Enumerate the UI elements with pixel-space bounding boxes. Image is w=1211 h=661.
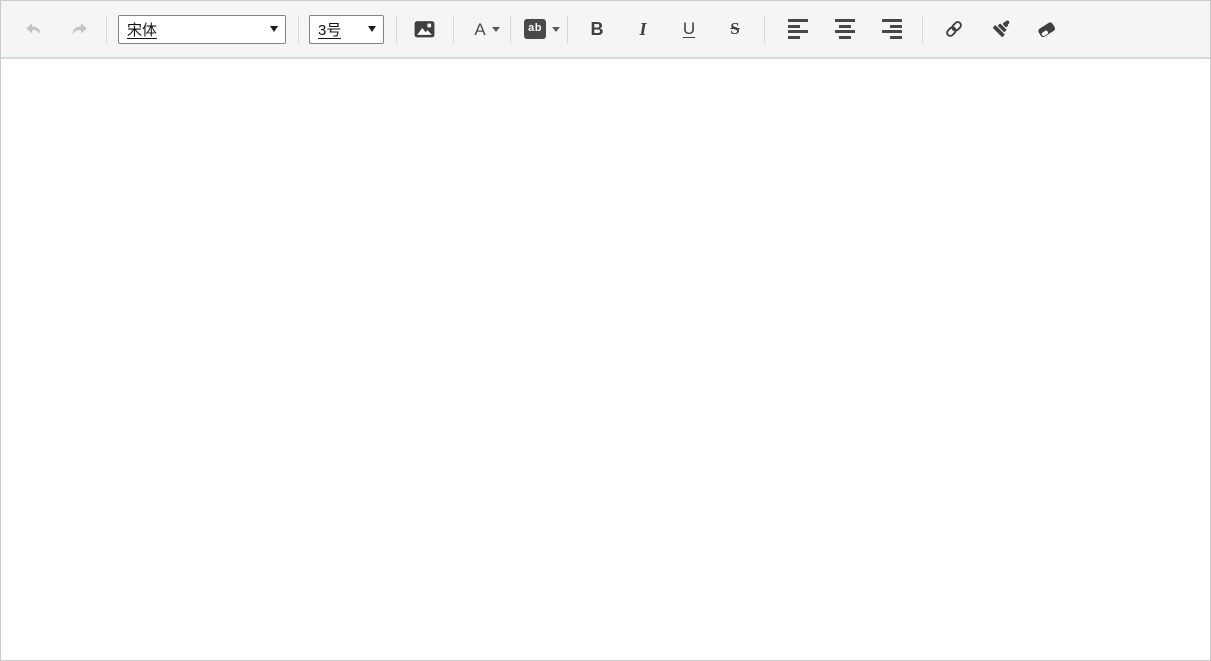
align-left-icon [788,19,808,39]
italic-icon: I [639,18,647,39]
strikethrough-icon: S [730,19,740,38]
rich-text-editor: 宋体 3号 A ab B I U S [0,0,1211,661]
align-bar [788,30,808,34]
highlight-color-dropdown[interactable]: ab [519,12,565,46]
italic-button[interactable]: I [626,12,660,46]
format-brush-button[interactable] [983,12,1017,46]
link-icon [946,21,962,37]
align-bar [890,24,902,28]
underline-icon: U [682,19,696,38]
align-right-icon [882,19,902,39]
toolbar-separator [396,15,397,43]
font-family-select[interactable]: 宋体 [118,14,286,44]
align-bar [788,19,808,23]
align-center-icon [835,19,855,39]
toolbar-separator [298,15,299,43]
align-bar [839,24,851,28]
align-right-button[interactable] [875,12,909,46]
image-icon [414,20,434,37]
insert-link-button[interactable] [937,12,971,46]
bold-icon: B [590,18,604,39]
toolbar-separator [106,15,107,43]
select-arrow-icon [368,26,376,32]
strikethrough-button[interactable]: S [718,12,752,46]
redo-button[interactable] [65,12,93,46]
font-family-value: 宋体 [127,21,158,39]
align-bar [890,35,902,39]
font-color-dropdown[interactable]: A [465,12,509,46]
undo-button[interactable] [19,12,47,46]
caret-down-icon [491,26,500,32]
align-center-button[interactable] [828,12,862,46]
select-arrow-icon [270,26,278,32]
editor-toolbar: 宋体 3号 A ab B I U S [1,1,1210,59]
highlight-color-label: ab [524,19,546,39]
align-bar [882,19,902,23]
align-bar [788,35,800,39]
align-bar [835,30,855,34]
toolbar-separator [764,15,765,43]
undo-icon [25,22,40,35]
align-bar [839,35,851,39]
toolbar-separator [922,15,923,43]
clear-format-button[interactable] [1029,12,1063,46]
font-color-label: A [474,19,486,39]
align-left-button[interactable] [781,12,815,46]
align-bar [835,19,855,23]
toolbar-separator [567,15,568,43]
font-size-select[interactable]: 3号 [309,14,384,44]
caret-down-icon [551,26,560,32]
font-size-value: 3号 [318,21,342,39]
toolbar-separator [453,15,454,43]
redo-icon [72,22,87,35]
toolbar-separator [510,15,511,43]
editor-content-area[interactable] [1,59,1210,660]
bold-button[interactable]: B [580,12,614,46]
paint-brush-icon [992,20,1009,37]
align-bar [882,30,902,34]
align-bar [788,24,800,28]
insert-image-button[interactable] [408,12,440,46]
underline-button[interactable]: U [672,12,706,46]
eraser-icon [1037,21,1055,37]
